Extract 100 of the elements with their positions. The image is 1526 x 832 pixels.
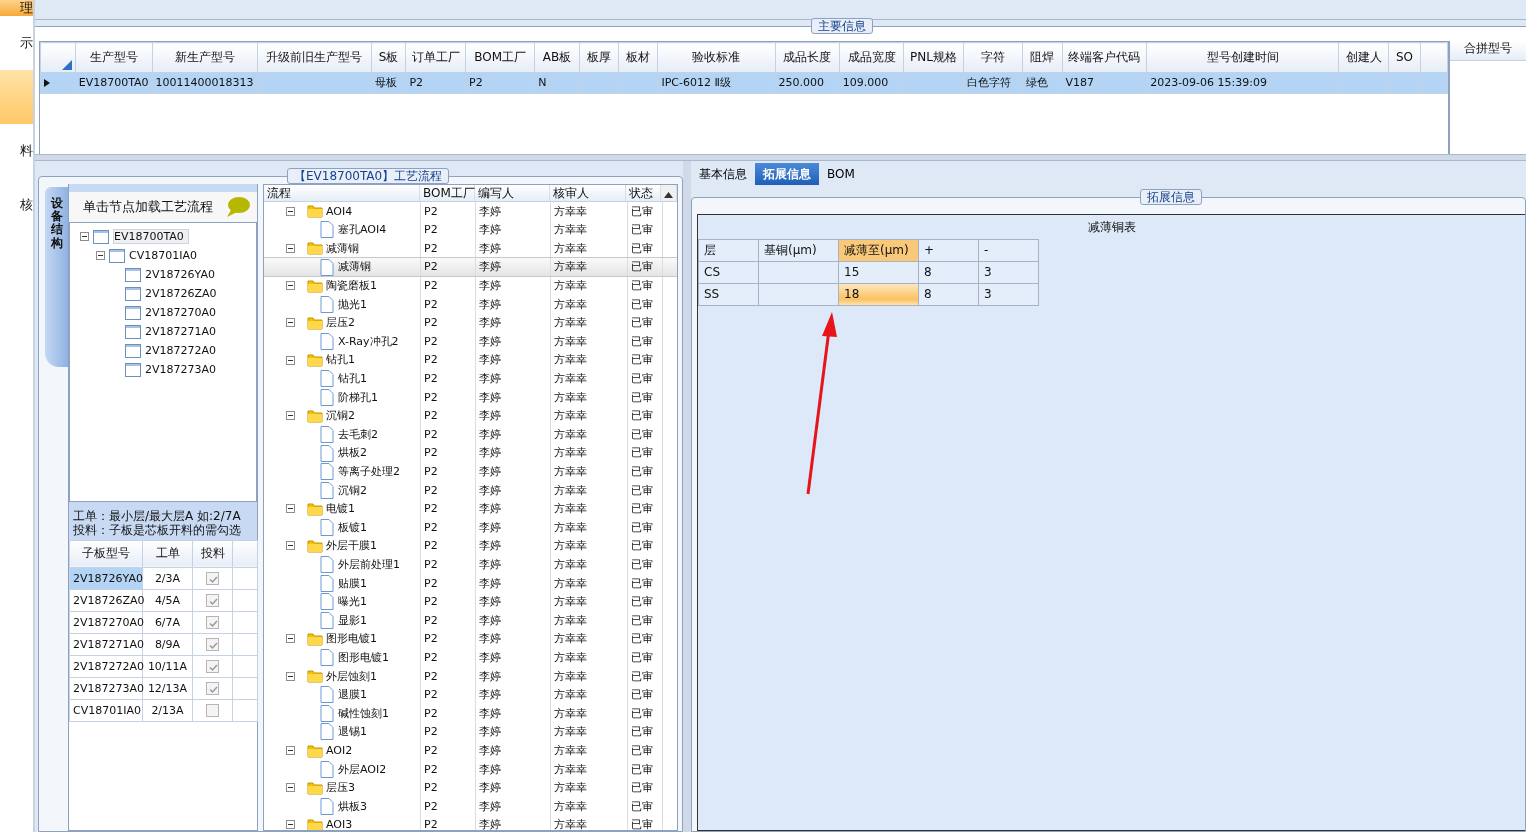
column-header[interactable]: 验收标准 <box>657 42 776 73</box>
tree-node[interactable]: 2V187271A0 <box>145 324 217 339</box>
column-header[interactable]: 成品长度 <box>775 42 840 73</box>
collapse-icon[interactable] <box>286 504 295 514</box>
collapse-icon[interactable] <box>286 820 295 830</box>
tree-node[interactable]: 外层AOI2 <box>338 762 387 776</box>
column-header[interactable]: 减薄至(μm) <box>838 239 919 262</box>
collapse-icon[interactable] <box>286 244 295 253</box>
tree-node[interactable]: 图形电镀1 <box>326 632 377 646</box>
column-header[interactable]: BOM工厂 <box>420 185 476 201</box>
table-cell[interactable]: 2V187272A0 <box>69 655 143 678</box>
tree-node[interactable]: 钻孔1 <box>326 353 355 367</box>
column-header[interactable]: + <box>918 239 979 262</box>
tree-node[interactable]: 外层前处理1 <box>338 558 400 572</box>
tree-node[interactable]: 塞孔AOI4 <box>338 223 387 237</box>
checkbox[interactable] <box>206 615 219 629</box>
checkbox[interactable] <box>206 637 219 651</box>
column-header[interactable]: 工单 <box>142 540 193 568</box>
tree-node[interactable]: 层压2 <box>326 316 355 330</box>
tree-node[interactable]: 沉铜2 <box>326 409 355 423</box>
table-cell[interactable]: 2V187273A0 <box>69 677 143 700</box>
tree-node[interactable]: 电镀1 <box>326 502 355 516</box>
column-header[interactable]: 合拼型号 <box>1450 41 1526 61</box>
tree-node[interactable]: 沉铜2 <box>338 483 367 497</box>
tree-node[interactable]: 烘板2 <box>338 446 367 460</box>
row-indicator-icon[interactable] <box>44 79 50 88</box>
column-header[interactable]: PNL规格 <box>903 42 964 73</box>
tree-node[interactable]: 曝光1 <box>338 595 367 609</box>
checkbox[interactable] <box>206 571 219 585</box>
corner-icon[interactable] <box>61 60 72 71</box>
tree-node[interactable]: 退锡1 <box>338 725 367 739</box>
column-header[interactable]: 订单工厂 <box>405 42 466 73</box>
column-header[interactable]: S板 <box>371 42 406 73</box>
tree-node[interactable]: 2V18726YA0 <box>145 267 215 282</box>
side-tab[interactable]: 设备结构 <box>45 187 68 367</box>
tree-node[interactable]: 板镀1 <box>338 520 367 534</box>
checkbox[interactable] <box>206 593 219 607</box>
table-cell[interactable]: 2V187270A0 <box>69 611 143 634</box>
tree-node[interactable]: 贴膜1 <box>338 576 367 590</box>
tree-node[interactable]: 钻孔1 <box>338 372 367 386</box>
collapse-icon[interactable] <box>286 206 295 216</box>
tree-node[interactable]: EV18700TA0 <box>113 228 189 245</box>
tree-node[interactable]: 陶瓷磨板1 <box>326 279 377 293</box>
collapse-icon[interactable] <box>286 783 295 793</box>
column-header[interactable]: 阻焊 <box>1022 42 1063 73</box>
tree-node[interactable]: 去毛刺2 <box>338 427 378 441</box>
column-header[interactable]: 创建人 <box>1338 42 1389 73</box>
tree-node[interactable]: 烘板3 <box>338 799 367 813</box>
checkbox[interactable] <box>206 703 219 717</box>
tab[interactable]: 基本信息 <box>691 163 755 185</box>
table-cell[interactable]: CS <box>698 261 759 284</box>
column-header[interactable]: - <box>978 239 1039 262</box>
scroll-up-icon[interactable] <box>664 192 673 198</box>
column-header[interactable]: SO <box>1388 42 1421 73</box>
column-header[interactable]: 板厚 <box>579 42 619 73</box>
tree-node[interactable]: 2V187273A0 <box>145 362 217 377</box>
collapse-icon[interactable] <box>80 232 89 241</box>
checkbox[interactable] <box>206 659 219 673</box>
tree-node[interactable]: 减薄铜 <box>338 260 371 274</box>
collapse-icon[interactable] <box>286 411 295 421</box>
tree-node[interactable]: 减薄铜 <box>326 241 359 256</box>
collapse-icon[interactable] <box>286 634 295 644</box>
tree-node[interactable]: 外层干膜1 <box>326 539 377 553</box>
column-header[interactable]: 生产型号 <box>75 42 153 73</box>
column-header[interactable]: 升级前旧生产型号 <box>257 42 372 73</box>
column-header[interactable]: 型号创建时间 <box>1146 42 1339 73</box>
column-header[interactable]: 基铜(μm) <box>758 239 839 262</box>
collapse-icon[interactable] <box>286 281 295 291</box>
collapse-icon[interactable] <box>286 355 295 365</box>
table-cell[interactable]: 2V18726YA0 <box>69 567 143 590</box>
column-header[interactable]: 成品宽度 <box>839 42 904 73</box>
tree-node[interactable]: 2V187272A0 <box>145 343 217 358</box>
tree-node[interactable]: 等离子处理2 <box>338 465 400 479</box>
collapse-icon[interactable] <box>286 671 295 681</box>
tab[interactable]: 拓展信息 <box>755 163 819 185</box>
tree-node[interactable]: 显影1 <box>338 613 367 627</box>
column-header[interactable]: 核审人 <box>549 185 627 201</box>
tree-node[interactable]: X-Ray冲孔2 <box>338 334 399 349</box>
tree-node[interactable]: CV18701IA0 <box>129 248 197 263</box>
table-cell[interactable]: CV18701IA0 <box>69 699 143 722</box>
tree-node[interactable]: 2V18726ZA0 <box>145 286 217 301</box>
column-header[interactable]: BOM工厂 <box>465 42 535 73</box>
tree-node[interactable]: AOI2 <box>326 743 353 758</box>
collapse-icon[interactable] <box>286 541 295 551</box>
sidebar-item[interactable]: 核 <box>0 178 33 232</box>
tree-node[interactable]: 层压3 <box>326 781 355 795</box>
column-header[interactable]: 层 <box>698 239 759 262</box>
section-header[interactable]: 理 <box>0 0 33 16</box>
collapse-icon[interactable] <box>96 251 105 260</box>
checkbox[interactable] <box>206 681 219 695</box>
tree-node[interactable]: 阶梯孔1 <box>338 390 378 404</box>
table-cell[interactable]: SS <box>698 283 759 306</box>
tab[interactable]: BOM <box>819 163 863 185</box>
column-header[interactable]: 流程 <box>264 185 421 201</box>
column-header[interactable]: 子板型号 <box>69 540 143 568</box>
tree-node[interactable]: 2V187270A0 <box>145 305 217 320</box>
table-cell[interactable]: 2V18726ZA0 <box>69 589 143 612</box>
column-header[interactable]: 终端客户代码 <box>1062 42 1147 73</box>
column-header[interactable]: 板材 <box>618 42 658 73</box>
column-header[interactable]: 编写人 <box>475 185 550 201</box>
